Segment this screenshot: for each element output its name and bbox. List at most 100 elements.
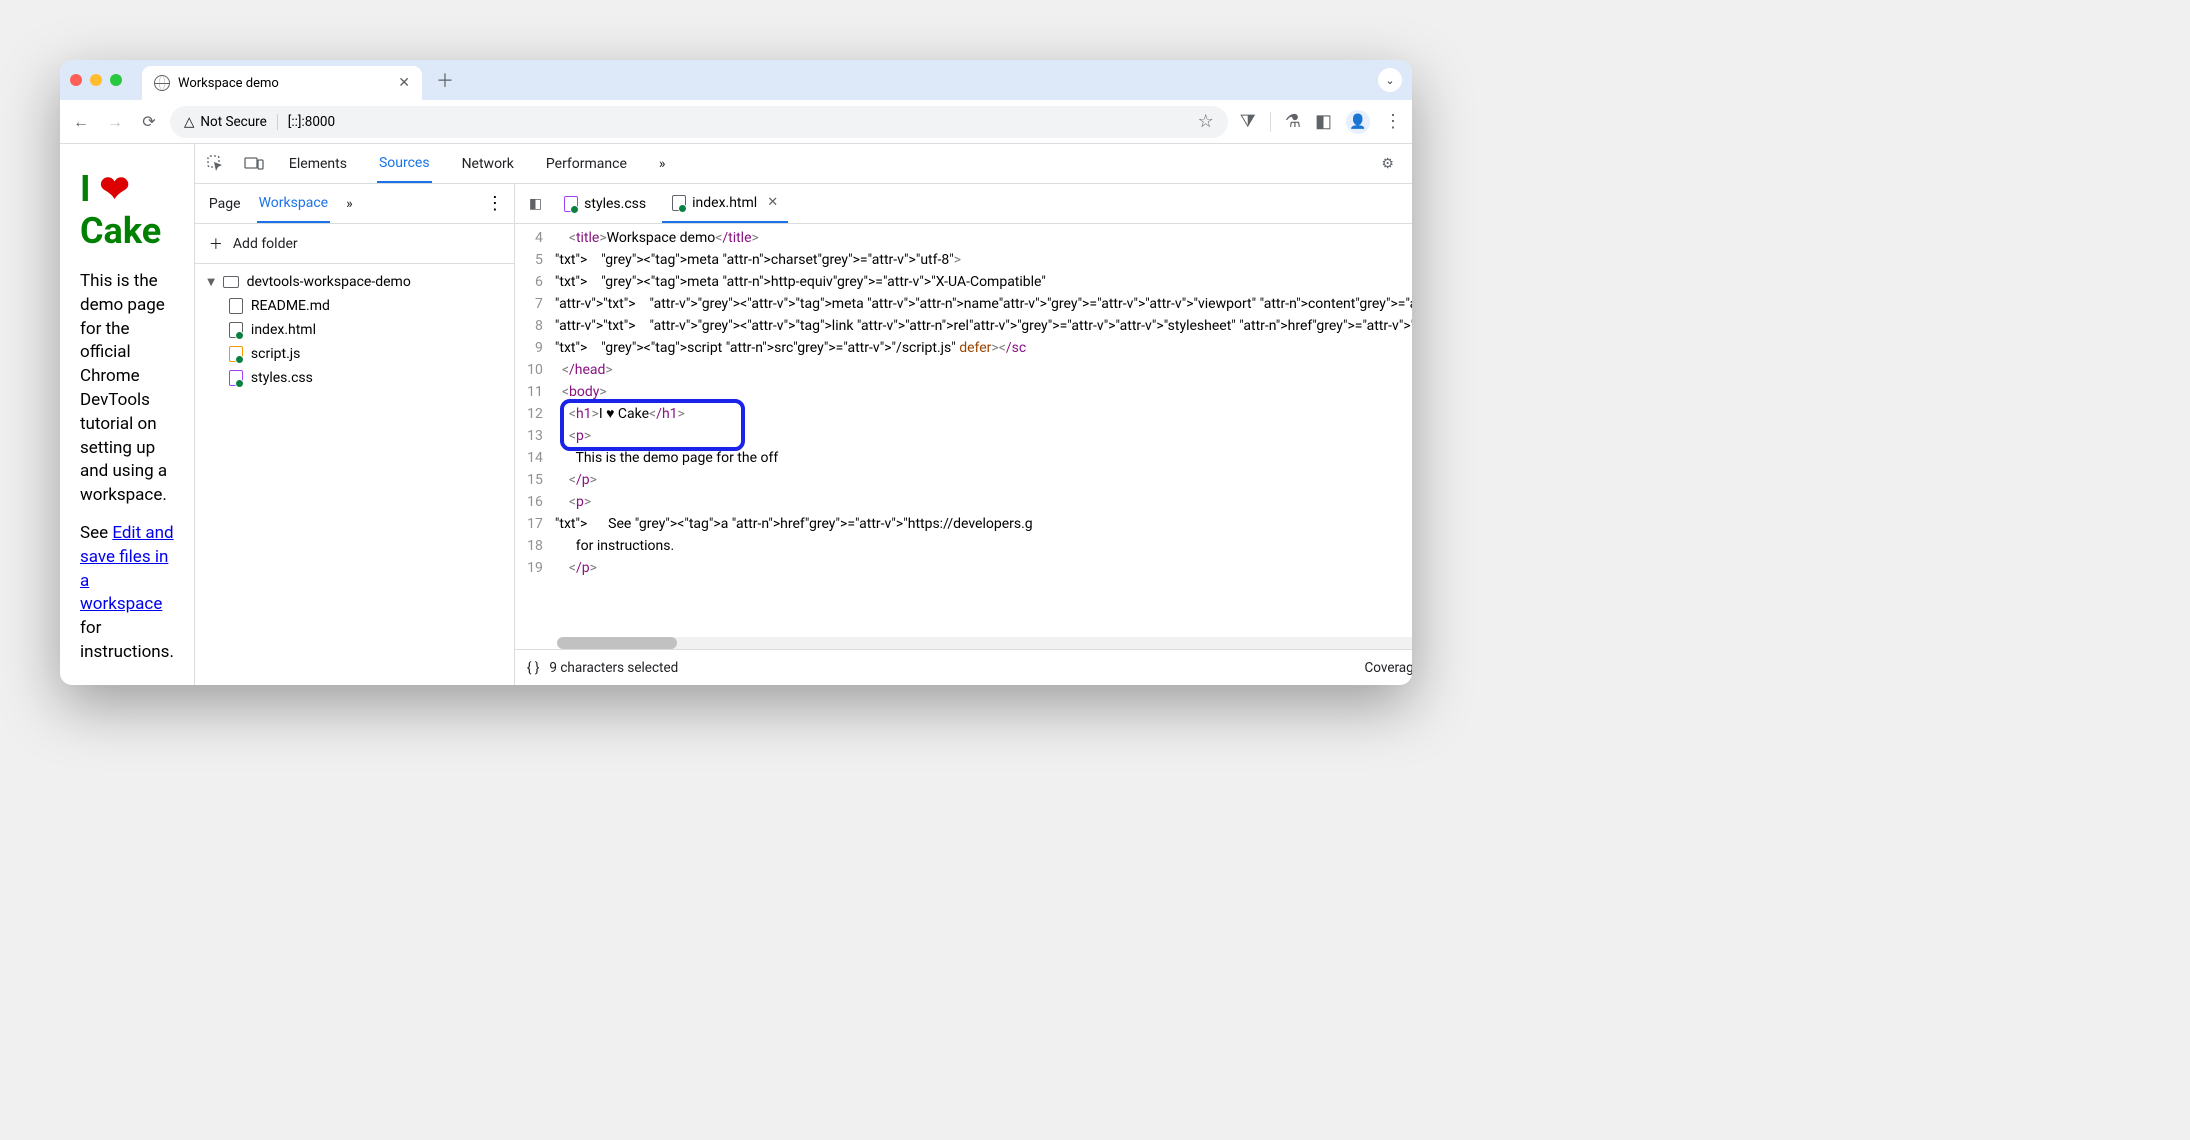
file-row[interactable]: styles.css: [195, 366, 514, 390]
navigator-overflow[interactable]: »: [344, 186, 355, 222]
navigator-menu-button[interactable]: ⋮: [486, 193, 502, 214]
code-line[interactable]: 4 <title>Workspace demo</title>: [515, 227, 1412, 249]
code-line[interactable]: 9"txt"> "grey"><"tag">script "attr-n">sr…: [515, 337, 1412, 359]
page-paragraph: See Edit and save files in a workspace f…: [80, 522, 174, 665]
folder-row[interactable]: ▶ devtools-workspace-demo: [195, 270, 514, 294]
file-icon: [229, 298, 243, 314]
tab-performance[interactable]: Performance: [544, 146, 629, 182]
tabs-overflow-button[interactable]: »: [657, 146, 668, 182]
navigator-tabs: Page Workspace » ⋮: [195, 184, 514, 224]
new-tab-button[interactable]: ＋: [430, 67, 460, 93]
window-controls: [70, 74, 122, 86]
file-row[interactable]: script.js: [195, 342, 514, 366]
security-indicator[interactable]: △ Not Secure: [184, 114, 278, 130]
code-line[interactable]: 7"attr-v">"txt"> "attr-v">"grey"><"attr-…: [515, 293, 1412, 315]
tab-network[interactable]: Network: [460, 146, 516, 182]
code-line[interactable]: 15 </p>: [515, 469, 1412, 491]
close-window-button[interactable]: [70, 74, 82, 86]
file-name: script.js: [251, 346, 300, 362]
code-line[interactable]: 6"txt"> "grey"><"tag">meta "attr-n">http…: [515, 271, 1412, 293]
reload-button[interactable]: ⟳: [140, 112, 158, 132]
file-row[interactable]: README.md: [195, 294, 514, 318]
bookmark-icon[interactable]: ☆: [1198, 111, 1214, 132]
add-folder-button[interactable]: ＋ Add folder: [195, 224, 514, 264]
maximize-window-button[interactable]: [110, 74, 122, 86]
tab-page[interactable]: Page: [207, 186, 243, 222]
code-line[interactable]: 16 <p>: [515, 491, 1412, 513]
devtools-panel: Elements Sources Network Performance » ⚙…: [194, 144, 1412, 685]
editor-tab-index[interactable]: index.html ✕: [662, 184, 788, 223]
editor-tab-label: styles.css: [584, 196, 646, 212]
back-button[interactable]: ←: [72, 112, 90, 132]
code-editor[interactable]: 4 <title>Workspace demo</title>5"txt"> "…: [515, 224, 1412, 649]
file-name: styles.css: [251, 370, 313, 386]
folder-name: devtools-workspace-demo: [247, 274, 411, 290]
close-editor-tab-icon[interactable]: ✕: [767, 195, 778, 210]
content-area: I ❤ Cake This is the demo page for the o…: [60, 144, 1412, 685]
devtools-tabbar: Elements Sources Network Performance » ⚙…: [195, 144, 1412, 184]
extensions-icon[interactable]: ⧩: [1240, 111, 1256, 132]
device-toolbar-icon[interactable]: [243, 156, 265, 172]
code-line[interactable]: 19 </p>: [515, 557, 1412, 579]
tab-title: Workspace demo: [178, 76, 279, 91]
code-line[interactable]: 8"attr-v">"txt"> "attr-v">"grey"><"attr-…: [515, 315, 1412, 337]
format-icon[interactable]: { }: [527, 660, 540, 676]
tab-workspace[interactable]: Workspace: [257, 185, 331, 223]
heart-icon: ❤: [99, 168, 129, 210]
sources-navigator: Page Workspace » ⋮ ＋ Add folder ▶ devtoo: [195, 184, 515, 685]
side-panel-icon[interactable]: ◧: [1315, 111, 1332, 132]
rendered-page: I ❤ Cake This is the demo page for the o…: [60, 144, 194, 685]
scrollbar-thumb[interactable]: [557, 637, 677, 649]
tab-sources[interactable]: Sources: [377, 145, 432, 183]
code-line[interactable]: 17"txt"> See "grey"><"tag">a "attr-n">hr…: [515, 513, 1412, 535]
disclosure-icon: ▶: [205, 278, 216, 286]
devtools-body: Page Workspace » ⋮ ＋ Add folder ▶ devtoo: [195, 184, 1412, 685]
file-tree: ▶ devtools-workspace-demo README.md inde…: [195, 264, 514, 396]
code-line[interactable]: 12 <h1>I ♥ Cake</h1>: [515, 403, 1412, 425]
file-name: index.html: [251, 322, 316, 338]
file-row[interactable]: index.html: [195, 318, 514, 342]
nav-buttons: ← → ⟳: [72, 112, 158, 132]
code-line[interactable]: 5"txt"> "grey"><"tag">meta "attr-n">char…: [515, 249, 1412, 271]
editor-statusbar: { } 9 characters selected Coverage: n/a …: [515, 649, 1412, 685]
tab-elements[interactable]: Elements: [287, 146, 349, 182]
warning-icon: △: [184, 114, 194, 130]
url-text: [::]:8000: [288, 114, 335, 130]
code-line[interactable]: 11 <body>: [515, 381, 1412, 403]
settings-icon[interactable]: ⚙: [1377, 156, 1399, 172]
close-tab-icon[interactable]: ✕: [398, 75, 410, 91]
code-line[interactable]: 18 for instructions.: [515, 535, 1412, 557]
file-icon: [564, 196, 578, 212]
security-text: Not Secure: [200, 114, 266, 130]
page-heading: I ❤ Cake: [80, 168, 174, 252]
toggle-navigator-icon[interactable]: ◧: [523, 196, 548, 212]
inspect-element-icon[interactable]: [205, 155, 227, 173]
code-line[interactable]: 10 </head>: [515, 359, 1412, 381]
globe-icon: [154, 75, 170, 91]
file-icon: [229, 346, 243, 362]
file-icon: [672, 195, 686, 211]
file-icon: [229, 322, 243, 338]
browser-tab[interactable]: Workspace demo ✕: [142, 66, 422, 100]
file-icon: [229, 370, 243, 386]
page-paragraph: This is the demo page for the official C…: [80, 270, 174, 508]
browser-tabstrip: Workspace demo ✕ ＋ ⌄: [60, 60, 1412, 100]
editor-tabbar: ◧ styles.css index.html ✕: [515, 184, 1412, 224]
toolbar-right: ⧩ ⚗ ◧ 👤 ⋮: [1240, 110, 1400, 134]
code-line[interactable]: 14 This is the demo page for the off: [515, 447, 1412, 469]
labs-icon[interactable]: ⚗: [1285, 111, 1301, 132]
editor-tab-label: index.html: [692, 195, 757, 211]
coverage-status: Coverage: n/a: [1364, 660, 1412, 676]
folder-icon: [223, 276, 239, 288]
minimize-window-button[interactable]: [90, 74, 102, 86]
editor-tab-styles[interactable]: styles.css: [554, 184, 656, 223]
code-line[interactable]: 13 <p>: [515, 425, 1412, 447]
browser-menu-button[interactable]: ⋮: [1384, 111, 1400, 132]
tabs-dropdown-button[interactable]: ⌄: [1378, 68, 1402, 92]
horizontal-scrollbar[interactable]: [557, 637, 1412, 649]
selection-status: 9 characters selected: [549, 660, 678, 676]
address-bar[interactable]: △ Not Secure [::]:8000 ☆: [170, 106, 1228, 138]
forward-button[interactable]: →: [106, 112, 124, 132]
profile-avatar[interactable]: 👤: [1346, 110, 1370, 134]
editor-pane: ◧ styles.css index.html ✕: [515, 184, 1412, 685]
